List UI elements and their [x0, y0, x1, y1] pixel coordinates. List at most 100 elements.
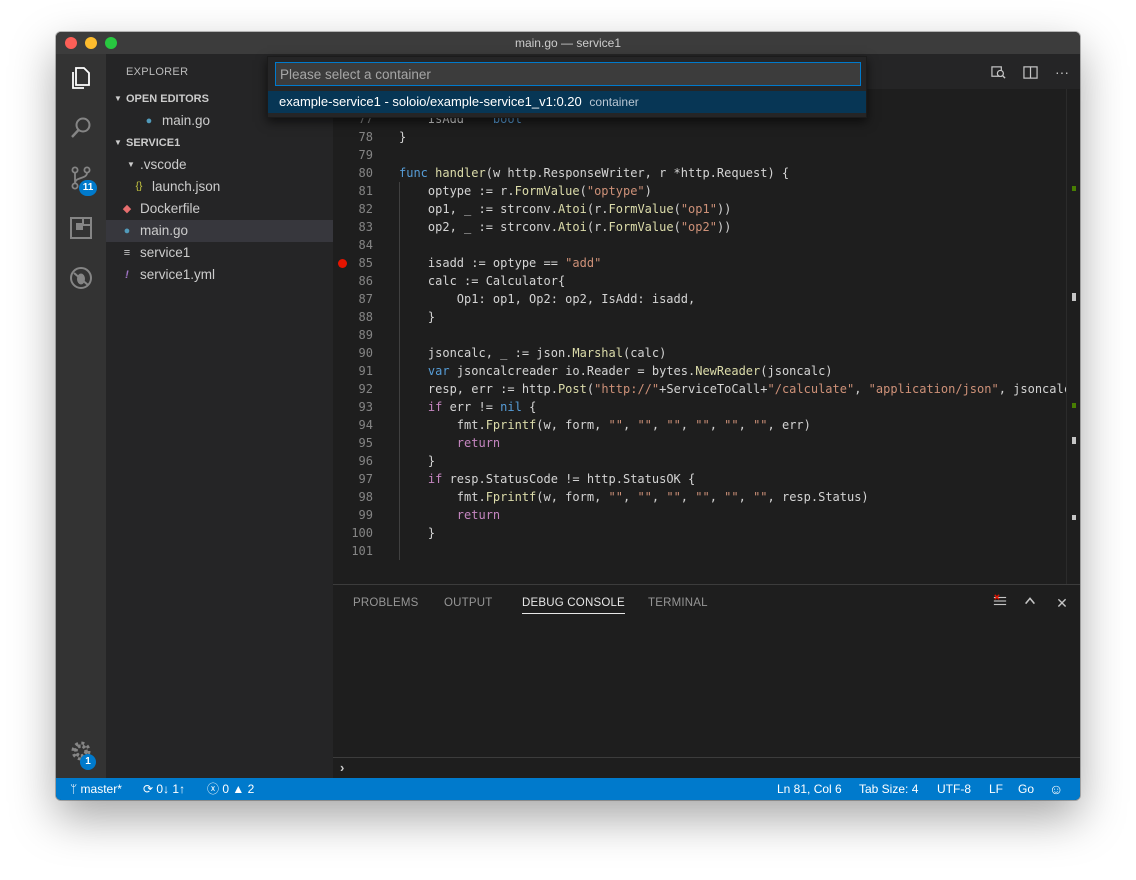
encoding[interactable]: UTF-8 [937, 778, 971, 800]
tab-problems[interactable]: PROBLEMS [353, 597, 419, 609]
search-icon [71, 117, 91, 138]
branch-status[interactable]: ᛘ master* [70, 778, 122, 800]
minimap-marker [1072, 186, 1076, 191]
code-line[interactable]: 91 var jsoncalcreader io.Reader = bytes.… [333, 362, 1080, 380]
tree-item-launch-json[interactable]: {} launch.json [106, 176, 333, 198]
tree-item-dockerfile[interactable]: ◆ Dockerfile [106, 198, 333, 220]
minimize-window-button[interactable] [85, 37, 97, 49]
code-line[interactable]: 89 [333, 326, 1080, 344]
line-number: 89 [358, 328, 373, 342]
code-line[interactable]: 85 isadd := optype == "add" [333, 254, 1080, 272]
code-line[interactable]: 92 resp, err := http.Post("http://"+Serv… [333, 380, 1080, 398]
code-line[interactable]: 97 if resp.StatusCode != http.StatusOK { [333, 470, 1080, 488]
line-number: 99 [358, 508, 373, 522]
tree-item-service1[interactable]: ≡ service1 [106, 242, 333, 264]
maximize-panel-icon[interactable] [1021, 594, 1039, 612]
code-text: if err != nil { [427, 400, 537, 414]
tree-item-service1-yml[interactable]: ! service1.yml [106, 264, 333, 286]
quick-pick-item-label: example-service1 - soloio/example-servic… [279, 94, 582, 109]
tab-size[interactable]: Tab Size: 4 [859, 778, 918, 800]
sidebar-title: EXPLORER [126, 66, 189, 78]
open-changes-icon[interactable] [989, 63, 1007, 81]
settings-badge: 1 [80, 754, 96, 770]
code-area[interactable]: 76 Op1, Op2 int77 IsAdd bool78}7980func … [333, 89, 1080, 584]
code-line[interactable]: 87 Op1: op1, Op2: op2, IsAdd: isadd, [333, 290, 1080, 308]
extensions-icon [70, 217, 92, 239]
text-file-icon: ≡ [123, 247, 131, 259]
minimap-marker [1072, 403, 1076, 408]
line-number: 84 [358, 238, 373, 252]
minimap-marker [1072, 515, 1076, 520]
close-window-button[interactable] [65, 37, 77, 49]
tree-item-main-go[interactable]: ● main.go [106, 220, 333, 242]
line-number: 79 [358, 148, 373, 162]
close-panel-icon[interactable]: ✕ [1053, 594, 1071, 612]
editor-scrollbar[interactable] [1066, 89, 1080, 584]
code-line[interactable]: 94 fmt.Fprintf(w, form, "", "", "", "", … [333, 416, 1080, 434]
code-text: if resp.StatusCode != http.StatusOK { [427, 472, 696, 486]
chevron-down-icon: ▼ [114, 138, 122, 147]
code-line[interactable]: 90 jsoncalc, _ := json.Marshal(calc) [333, 344, 1080, 362]
line-number: 94 [358, 418, 373, 432]
tree-item-vscode[interactable]: ▼ .vscode [106, 154, 333, 176]
tab-terminal[interactable]: TERMINAL [648, 597, 708, 609]
code-line[interactable]: 83 op2, _ := strconv.Atoi(r.FormValue("o… [333, 218, 1080, 236]
yaml-icon: ! [125, 269, 129, 281]
more-actions-icon[interactable]: ··· [1053, 63, 1071, 81]
quick-pick-item[interactable]: example-service1 - soloio/example-servic… [268, 91, 866, 113]
maximize-window-button[interactable] [105, 37, 117, 49]
code-line[interactable]: 78} [333, 128, 1080, 146]
code-line[interactable]: 96 } [333, 452, 1080, 470]
line-number: 98 [358, 490, 373, 504]
line-number: 92 [358, 382, 373, 396]
line-number: 83 [358, 220, 373, 234]
split-editor-icon[interactable] [1021, 63, 1039, 81]
error-icon: ⓧ [207, 782, 220, 796]
code-line[interactable]: 84 [333, 236, 1080, 254]
feedback-smiley-icon[interactable]: ☺ [1049, 778, 1063, 800]
debug-console-input[interactable]: › [333, 757, 1080, 779]
end-of-line[interactable]: LF [989, 778, 1003, 800]
code-line[interactable]: 79 [333, 146, 1080, 164]
tab-debug-console[interactable]: DEBUG CONSOLE [522, 597, 625, 614]
line-number: 101 [351, 544, 373, 558]
line-number: 93 [358, 400, 373, 414]
line-number: 97 [358, 472, 373, 486]
code-line[interactable]: 86 calc := Calculator{ [333, 272, 1080, 290]
code-line[interactable]: 81 optype := r.FormValue("optype") [333, 182, 1080, 200]
code-line[interactable]: 88 } [333, 308, 1080, 326]
code-line[interactable]: 80 func handler(w http.ResponseWriter, r … [333, 164, 1080, 182]
vscode-window: main.go — service1 11 1 EXPLORER ▼ OPEN … [56, 32, 1080, 800]
line-number: 82 [358, 202, 373, 216]
line-number: 86 [358, 274, 373, 288]
code-line[interactable]: 101 [333, 542, 1080, 560]
line-number: 91 [358, 364, 373, 378]
gopher-icon: ● [123, 225, 131, 237]
language-mode[interactable]: Go [1018, 778, 1034, 800]
code-line[interactable]: 82 op1, _ := strconv.Atoi(r.FormValue("o… [333, 200, 1080, 218]
code-line[interactable]: 95 return [333, 434, 1080, 452]
clear-console-icon[interactable] [991, 594, 1009, 612]
code-line[interactable]: 98 fmt.Fprintf(w, form, "", "", "", "", … [333, 488, 1080, 506]
chevron-up-icon [1025, 597, 1035, 605]
tab-output[interactable]: OUTPUT [444, 597, 492, 609]
git-branch-icon: ᛘ [70, 782, 78, 796]
title-bar: main.go — service1 [56, 32, 1080, 54]
line-number: 85 [358, 256, 373, 270]
search-activity[interactable] [56, 108, 106, 148]
service1-header[interactable]: ▼ SERVICE1 [106, 132, 333, 154]
problems-status[interactable]: ⓧ 0 ▲ 2 [207, 778, 254, 800]
code-text: fmt.Fprintf(w, form, "", "", "", "", "",… [399, 418, 811, 432]
cursor-position[interactable]: Ln 81, Col 6 [777, 778, 842, 800]
explorer-activity[interactable] [56, 58, 106, 98]
code-line[interactable]: 100 } [333, 524, 1080, 542]
code-line[interactable]: 99 return [333, 506, 1080, 524]
code-line[interactable]: 93 if err != nil { [333, 398, 1080, 416]
line-number: 78 [358, 130, 373, 144]
extensions-activity[interactable] [56, 208, 106, 248]
quick-pick-input[interactable] [275, 62, 861, 86]
code-text: op2, _ := strconv.Atoi(r.FormValue("op2"… [399, 220, 732, 234]
sync-status[interactable]: ⟳ 0↓ 1↑ [143, 778, 185, 800]
debug-activity[interactable] [56, 258, 106, 298]
window-title: main.go — service1 [514, 36, 622, 50]
